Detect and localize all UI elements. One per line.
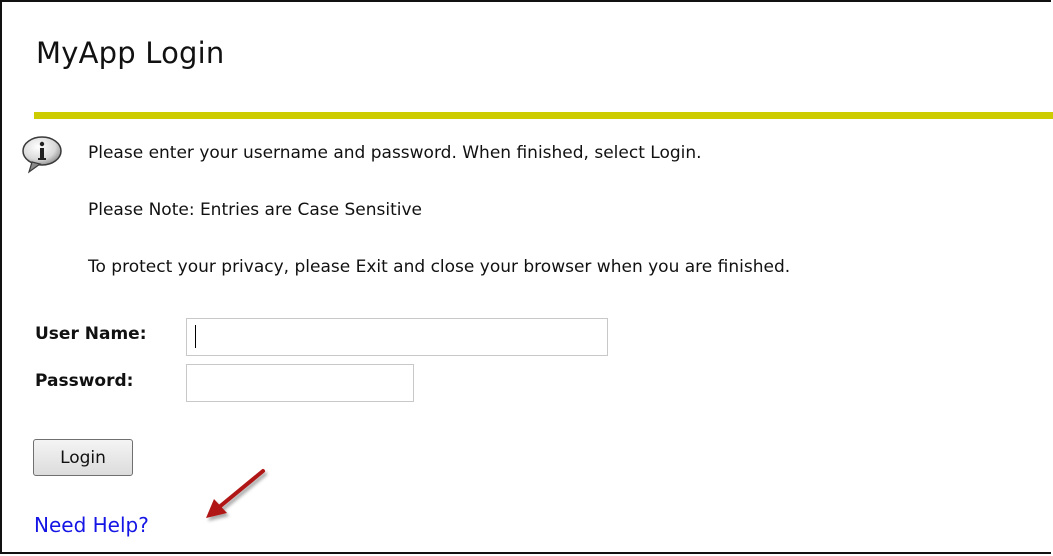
password-label: Password: [35, 371, 134, 391]
red-arrow-pointer-icon [206, 469, 265, 518]
privacy-note: To protect your privacy, please Exit and… [88, 257, 791, 277]
accent-divider [34, 112, 1053, 119]
username-label: User Name: [35, 324, 147, 344]
case-sensitive-note: Please Note: Entries are Case Sensitive [88, 200, 422, 220]
info-speech-bubble-icon [22, 136, 62, 174]
text-cursor [195, 325, 196, 348]
password-input[interactable] [186, 364, 414, 402]
username-input[interactable] [186, 318, 608, 356]
login-button[interactable]: Login [33, 439, 133, 476]
need-help-link[interactable]: Need Help? [34, 513, 149, 537]
page-frame [0, 0, 1051, 554]
instruction-text: Please enter your username and password.… [88, 143, 702, 163]
page-title: MyApp Login [36, 36, 225, 70]
